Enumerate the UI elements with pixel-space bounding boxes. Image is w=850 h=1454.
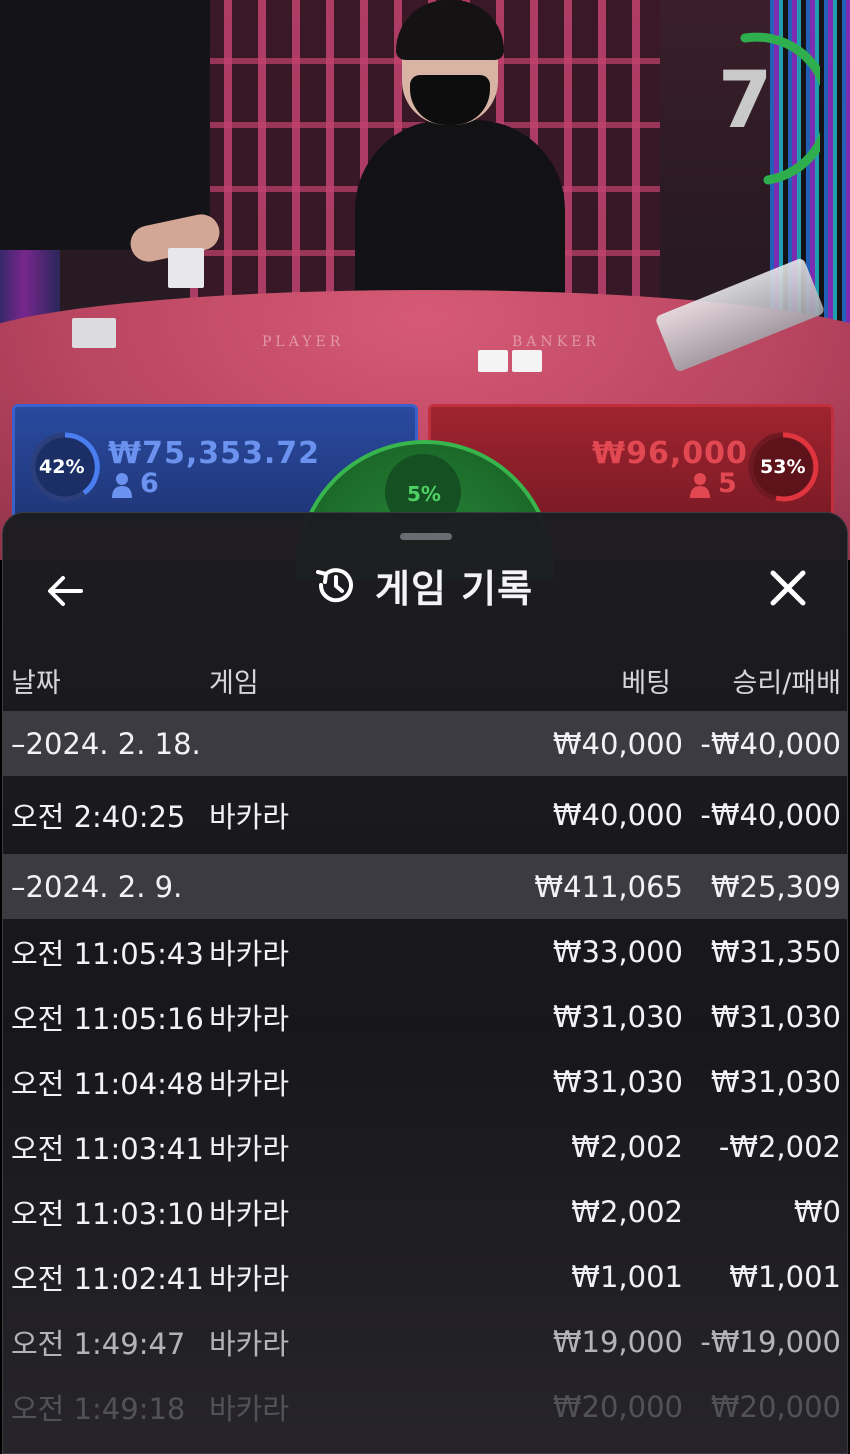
game-bet: ₩31,030 (552, 1064, 683, 1099)
game-time: 오전 1:49:47 (11, 1326, 186, 1361)
player-count-person-icon (112, 473, 132, 498)
game-row[interactable]: 오전 11:04:48 바카라 ₩31,030 ₩31,030 (3, 1049, 847, 1114)
game-bet: ₩31,030 (552, 999, 683, 1034)
day-total-bet: ₩40,000 (552, 726, 683, 761)
game-time: 오전 2:40:25 (11, 800, 186, 834)
game-time: 오전 11:04:48 (11, 1066, 204, 1101)
game-name: 바카라 (209, 1131, 290, 1166)
game-name: 바카라 (209, 800, 290, 834)
day-date: –2024. 2. 18. (11, 726, 201, 761)
card-stack (72, 318, 116, 348)
game-row[interactable]: 오전 11:05:16 바카라 ₩31,030 ₩31,030 (3, 984, 847, 1049)
banker-total-bet: ₩96,000 (592, 436, 748, 471)
game-bet: ₩40,000 (552, 798, 683, 832)
game-name: 바카라 (209, 936, 290, 971)
game-row[interactable]: 오전 11:03:41 바카라 ₩2,002 -₩2,002 (3, 1114, 847, 1179)
player-bettor-count: 6 (140, 468, 159, 499)
sheet-drag-handle[interactable] (400, 533, 452, 540)
card-stack (168, 248, 204, 288)
day-summary-row[interactable]: –2024. 2. 9. ₩411,065 ₩25,309 (3, 854, 847, 919)
player-percent: 42% (39, 456, 85, 478)
game-history-sheet: 게임 기록 날짜 게임 베팅 승리/패배 –2024. 2. 18. ₩40,0… (2, 512, 848, 1454)
game-bet: ₩2,002 (571, 1129, 683, 1164)
game-name: 바카라 (209, 1196, 290, 1231)
column-header-result[interactable]: 승리/패배 (733, 661, 841, 700)
banker-bettor-count: 5 (718, 468, 737, 499)
back-arrow-icon[interactable] (41, 567, 89, 615)
game-row[interactable]: 오전 2:40:25 바카라 ₩40,000 -₩40,000 (3, 776, 847, 854)
game-result: -₩2,002 (718, 1129, 841, 1164)
game-time: 오전 11:05:43 (11, 936, 204, 971)
game-name: 바카라 (209, 1261, 290, 1296)
game-name: 바카라 (209, 1066, 290, 1101)
sheet-title: 게임 기록 (375, 566, 534, 611)
column-header-game[interactable]: 게임 (209, 661, 259, 700)
game-result: -₩19,000 (700, 1324, 841, 1359)
banker-percent: 53% (760, 456, 806, 478)
day-summary-row[interactable]: –2024. 2. 18. ₩40,000 -₩40,000 (3, 711, 847, 776)
game-bet: ₩1,001 (571, 1259, 683, 1294)
game-name: 바카라 (209, 1001, 290, 1036)
player-total-bet: ₩75,353.72 (108, 436, 321, 471)
history-table: –2024. 2. 18. ₩40,000 -₩40,000 오전 2:40:2… (3, 711, 847, 1439)
tie-percent: 5% (407, 482, 441, 506)
close-icon[interactable] (763, 563, 813, 613)
dealer-assistant (0, 0, 210, 250)
game-time: 오전 11:02:41 (11, 1261, 204, 1296)
game-time: 오전 11:03:41 (11, 1131, 204, 1166)
game-row[interactable]: 오전 1:49:47 바카라 ₩19,000 -₩19,000 (3, 1309, 847, 1374)
game-result: ₩0 (793, 1194, 841, 1229)
column-header-bet[interactable]: 베팅 (621, 661, 671, 700)
countdown-timer: 7 (718, 56, 773, 146)
playing-card (512, 350, 542, 372)
game-bet: ₩20,000 (552, 1389, 683, 1424)
column-header-date[interactable]: 날짜 (11, 661, 61, 700)
game-name: 바카라 (209, 1391, 290, 1426)
sheet-header: 게임 기록 (313, 561, 533, 611)
table-label-banker: BANKER (512, 334, 600, 350)
game-bet: ₩2,002 (571, 1194, 683, 1229)
game-result: -₩40,000 (700, 798, 841, 832)
game-row[interactable]: 오전 11:05:43 바카라 ₩33,000 ₩31,350 (3, 919, 847, 984)
day-total-bet: ₩411,065 (534, 869, 683, 904)
game-result: ₩31,030 (710, 999, 841, 1034)
game-result: ₩20,000 (710, 1389, 841, 1424)
game-row[interactable]: 오전 11:02:41 바카라 ₩1,001 ₩1,001 (3, 1244, 847, 1309)
playing-card (478, 350, 508, 372)
game-row[interactable]: 오전 11:03:10 바카라 ₩2,002 ₩0 (3, 1179, 847, 1244)
day-total-result: ₩25,309 (710, 869, 841, 904)
history-icon (316, 568, 353, 603)
game-row[interactable]: 오전 1:49:18 바카라 ₩20,000 ₩20,000 (3, 1374, 847, 1439)
game-time: 오전 11:05:16 (11, 1001, 204, 1036)
table-label-player: PLAYER (262, 334, 345, 350)
game-result: ₩31,350 (710, 934, 841, 969)
game-name: 바카라 (209, 1326, 290, 1361)
game-time: 오전 1:49:18 (11, 1391, 186, 1426)
game-result: ₩31,030 (710, 1064, 841, 1099)
game-bet: ₩33,000 (552, 934, 683, 969)
banker-count-person-icon (690, 473, 710, 498)
day-total-result: -₩40,000 (700, 726, 841, 761)
game-bet: ₩19,000 (552, 1324, 683, 1359)
day-date: –2024. 2. 9. (11, 869, 183, 904)
game-time: 오전 11:03:10 (11, 1196, 204, 1231)
game-result: ₩1,001 (729, 1259, 841, 1294)
